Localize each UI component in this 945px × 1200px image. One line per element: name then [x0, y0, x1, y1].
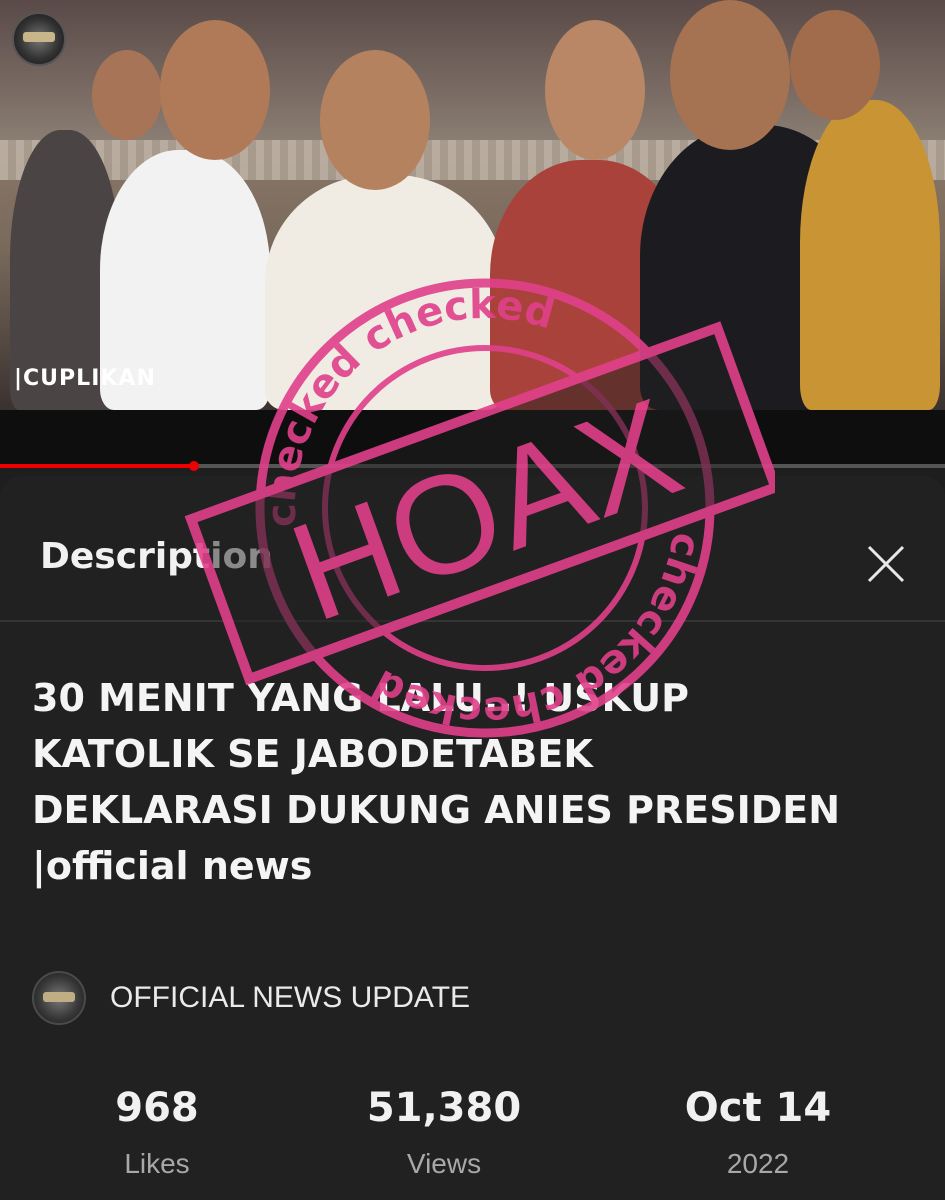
sheet-divider	[0, 620, 945, 622]
views-stat: 51,380 Views	[334, 1084, 554, 1180]
video-figure-head	[670, 0, 790, 150]
views-count: 51,380	[366, 1085, 522, 1131]
channel-avatar[interactable]	[32, 971, 86, 1025]
video-figure-head	[320, 50, 430, 190]
video-progress-fill	[0, 464, 194, 468]
close-icon[interactable]	[862, 540, 910, 588]
likes-stat: 968 Likes	[47, 1084, 267, 1180]
video-scrubber-handle[interactable]	[188, 461, 199, 471]
sheet-title: Description	[40, 536, 273, 577]
likes-count: 968	[115, 1085, 199, 1131]
video-title: 30 MENIT YANG LALU..! USKUP KATOLIK SE J…	[32, 676, 841, 888]
publish-year: 2022	[726, 1148, 790, 1179]
video-player[interactable]: |CUPLIKAN	[0, 0, 945, 410]
video-progress-bar[interactable]	[0, 461, 945, 471]
video-figure-head	[545, 20, 645, 160]
channel-name[interactable]: OFFICIAL NEWS UPDATE	[110, 981, 470, 1015]
date-stat: Oct 14 2022	[648, 1084, 868, 1180]
video-figure-white-cassock	[265, 175, 505, 410]
channel-row[interactable]: OFFICIAL NEWS UPDATE	[32, 971, 470, 1025]
likes-label: Likes	[124, 1148, 190, 1179]
player-controls-bar	[0, 410, 945, 466]
publish-date: Oct 14	[684, 1085, 832, 1131]
video-figure-head	[92, 50, 162, 140]
video-figure-yellow-batik	[800, 100, 940, 410]
channel-watermark-logo	[12, 12, 66, 66]
video-figure-head	[160, 20, 270, 160]
views-label: Views	[406, 1148, 482, 1179]
video-overlay-label: |CUPLIKAN	[14, 366, 156, 391]
video-figure-head	[790, 10, 880, 120]
